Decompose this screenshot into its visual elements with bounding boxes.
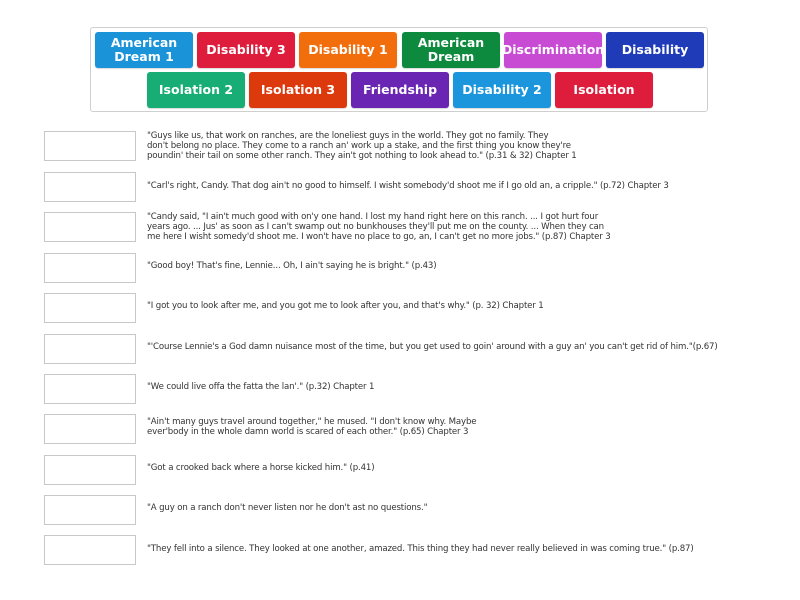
drop-box[interactable] [44,212,136,242]
quote-text: "Carl's right, Candy. That dog ain't no … [147,181,669,191]
tile-tray: American Dream 1 Disability 3 Disability… [90,27,708,112]
match-row: "They fell into a silence. They looked a… [44,535,784,565]
tile-isolation-2[interactable]: Isolation 2 [147,72,245,108]
match-row: "Guys like us, that work on ranches, are… [44,131,784,161]
match-row: "Carl's right, Candy. That dog ain't no … [44,172,784,202]
quote-text: "We could live offa the fatta the lan'."… [147,382,375,392]
match-row: "I got you to look after me, and you got… [44,293,784,323]
quote-text: "A guy on a ranch don't never listen nor… [147,503,428,513]
quote-text: "They fell into a silence. They looked a… [147,544,694,554]
match-row: "Got a crooked back where a horse kicked… [44,455,784,485]
match-row: "A guy on a ranch don't never listen nor… [44,495,784,525]
drop-box[interactable] [44,293,136,323]
drop-box[interactable] [44,172,136,202]
drop-box[interactable] [44,535,136,565]
drop-box[interactable] [44,414,136,444]
quote-text: "Candy said, "I ain't much good with on'… [147,212,611,242]
drop-box[interactable] [44,495,136,525]
match-row: "Good boy! That's fine, Lennie... Oh, I … [44,253,784,283]
tile-disability-2[interactable]: Disability 2 [453,72,551,108]
match-row: "We could live offa the fatta the lan'."… [44,374,784,404]
quote-text: "Good boy! That's fine, Lennie... Oh, I … [147,261,437,271]
tile-isolation-3[interactable]: Isolation 3 [249,72,347,108]
drop-box[interactable] [44,455,136,485]
drop-box[interactable] [44,374,136,404]
quote-text: "Guys like us, that work on ranches, are… [147,131,577,161]
tile-american-dream[interactable]: American Dream [402,32,500,68]
drop-box[interactable] [44,334,136,364]
match-row: "Candy said, "I ain't much good with on'… [44,212,784,242]
tile-disability-3[interactable]: Disability 3 [197,32,295,68]
tile-disability-1[interactable]: Disability 1 [299,32,397,68]
quote-text: "I got you to look after me, and you got… [147,301,544,311]
match-row: "'Course Lennie's a God damn nuisance mo… [44,334,784,364]
quote-text: "Ain't many guys travel around together,… [147,417,477,437]
tile-disability[interactable]: Disability [606,32,704,68]
tile-isolation[interactable]: Isolation [555,72,653,108]
match-row: "Ain't many guys travel around together,… [44,414,784,444]
drop-box[interactable] [44,253,136,283]
tile-american-dream-1[interactable]: American Dream 1 [95,32,193,68]
quote-text: "Got a crooked back where a horse kicked… [147,463,375,473]
quote-text: "'Course Lennie's a God damn nuisance mo… [147,342,718,352]
tile-friendship[interactable]: Friendship [351,72,449,108]
tile-discrimination[interactable]: Discrimination [502,32,604,68]
drop-box[interactable] [44,131,136,161]
